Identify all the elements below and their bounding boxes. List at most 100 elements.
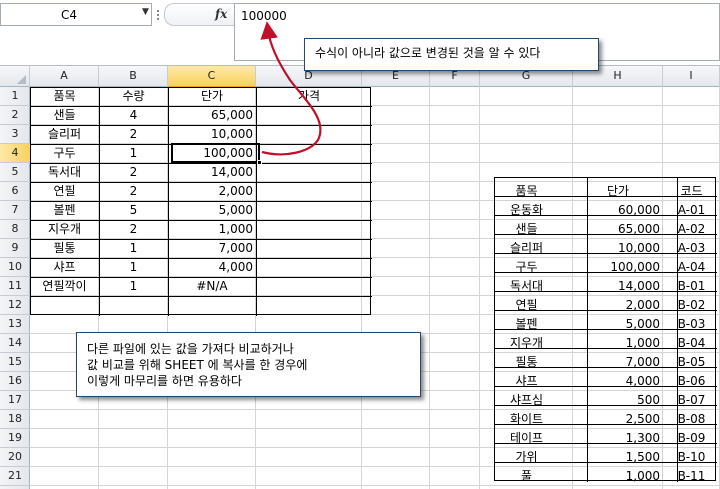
selected-cell-c4[interactable] — [171, 143, 260, 163]
left-table-cell[interactable]: 2 — [99, 182, 168, 201]
row-header-12[interactable]: 12 — [0, 296, 30, 315]
right-table-cell[interactable]: B-04 — [663, 334, 720, 353]
right-table-cell[interactable]: A-01 — [663, 201, 720, 220]
row-header-19[interactable]: 19 — [0, 429, 30, 448]
right-table-header-1[interactable]: 품목 — [480, 182, 573, 201]
left-table-cell[interactable] — [256, 296, 362, 315]
right-table-cell[interactable]: 연필 — [480, 296, 573, 315]
left-table-cell[interactable]: 7,000 — [168, 239, 256, 258]
right-table-cell[interactable]: B-09 — [663, 429, 720, 448]
left-table-cell[interactable]: 슬리퍼 — [30, 125, 99, 144]
right-table-cell[interactable]: 1,000 — [573, 467, 663, 486]
right-table-cell[interactable]: B-03 — [663, 315, 720, 334]
resize-grip-icon[interactable] — [154, 3, 164, 26]
select-all-corner[interactable] — [0, 66, 30, 87]
row-header-8[interactable]: 8 — [0, 220, 30, 239]
right-table-header-3[interactable]: 코드 — [663, 182, 720, 201]
left-table-cell[interactable]: 5 — [99, 201, 168, 220]
row-header-6[interactable]: 6 — [0, 182, 30, 201]
left-table-cell[interactable]: 2 — [99, 220, 168, 239]
right-table-cell[interactable]: 운동화 — [480, 201, 573, 220]
left-table-cell[interactable]: 1 — [99, 277, 168, 296]
right-table-header-2[interactable]: 단가 — [573, 182, 663, 201]
left-table-cell[interactable]: 샤프 — [30, 258, 99, 277]
row-header-18[interactable]: 18 — [0, 410, 30, 429]
left-table-cell[interactable]: 필통 — [30, 239, 99, 258]
left-table-cell[interactable]: 샌들 — [30, 106, 99, 125]
right-table-cell[interactable]: B-10 — [663, 448, 720, 467]
right-table-cell[interactable]: 500 — [573, 391, 663, 410]
left-table-cell[interactable] — [30, 296, 99, 315]
right-table-cell[interactable]: 가위 — [480, 448, 573, 467]
row-header-15[interactable]: 15 — [0, 353, 30, 372]
right-table-cell[interactable]: 1,000 — [573, 334, 663, 353]
row-header-17[interactable]: 17 — [0, 391, 30, 410]
right-table-cell[interactable]: B-07 — [663, 391, 720, 410]
name-box[interactable]: C4 ▼ — [0, 3, 152, 26]
left-table-cell[interactable]: #N/A — [168, 277, 256, 296]
row-header-21[interactable]: 21 — [0, 467, 30, 486]
left-table-cell[interactable] — [256, 163, 362, 182]
left-table-cell[interactable] — [256, 125, 362, 144]
left-table-cell[interactable] — [256, 277, 362, 296]
left-table-cell[interactable]: 지우개 — [30, 220, 99, 239]
left-table-cell[interactable]: 구두 — [30, 144, 99, 163]
left-table-cell[interactable] — [256, 201, 362, 220]
row-header-11[interactable]: 11 — [0, 277, 30, 296]
right-table-cell[interactable]: B-05 — [663, 353, 720, 372]
left-table-cell[interactable] — [99, 296, 168, 315]
column-header-b[interactable]: B — [99, 66, 168, 87]
left-table-cell[interactable]: 1 — [99, 144, 168, 163]
right-table-cell[interactable]: 슬리퍼 — [480, 239, 573, 258]
insert-function-icon[interactable]: fx — [215, 7, 227, 21]
right-table-cell[interactable]: 65,000 — [573, 220, 663, 239]
left-table-cell[interactable]: 연필깍이 — [30, 277, 99, 296]
right-table-cell[interactable]: 샤프 — [480, 372, 573, 391]
left-table-cell[interactable]: 연필 — [30, 182, 99, 201]
right-table-cell[interactable]: 테이프 — [480, 429, 573, 448]
left-table-cell[interactable]: 65,000 — [168, 106, 256, 125]
left-table-cell[interactable]: 14,000 — [168, 163, 256, 182]
left-table-cell[interactable]: 2 — [99, 125, 168, 144]
row-header-4[interactable]: 4 — [0, 144, 30, 163]
right-table-cell[interactable]: 구두 — [480, 258, 573, 277]
left-table-cell[interactable] — [256, 182, 362, 201]
right-table-cell[interactable]: 1,300 — [573, 429, 663, 448]
left-table-cell[interactable]: 독서대 — [30, 163, 99, 182]
right-table-cell[interactable]: 60,000 — [573, 201, 663, 220]
right-table-cell[interactable]: 4,000 — [573, 372, 663, 391]
right-table-cell[interactable]: 독서대 — [480, 277, 573, 296]
left-table-cell[interactable] — [256, 220, 362, 239]
left-table-cell[interactable]: 4 — [99, 106, 168, 125]
left-table-cell[interactable] — [168, 296, 256, 315]
right-table-cell[interactable]: 1,500 — [573, 448, 663, 467]
right-table-cell[interactable]: 7,000 — [573, 353, 663, 372]
right-table-cell[interactable]: 5,000 — [573, 315, 663, 334]
left-table-cell[interactable]: 4,000 — [168, 258, 256, 277]
left-table-cell[interactable]: 2,000 — [168, 182, 256, 201]
left-table-cell[interactable] — [256, 239, 362, 258]
row-header-9[interactable]: 9 — [0, 239, 30, 258]
right-table-cell[interactable]: 2,500 — [573, 410, 663, 429]
left-table-cell[interactable]: 1 — [99, 239, 168, 258]
left-table-cell[interactable]: 2 — [99, 163, 168, 182]
row-header-2[interactable]: 2 — [0, 106, 30, 125]
left-table-cell[interactable]: 1 — [99, 258, 168, 277]
row-header-5[interactable]: 5 — [0, 163, 30, 182]
column-header-a[interactable]: A — [30, 66, 99, 87]
right-table-cell[interactable]: A-04 — [663, 258, 720, 277]
left-table-cell[interactable]: 5,000 — [168, 201, 256, 220]
right-table-cell[interactable]: 화이트 — [480, 410, 573, 429]
right-table-cell[interactable]: 14,000 — [573, 277, 663, 296]
right-table-cell[interactable]: 필통 — [480, 353, 573, 372]
row-header-20[interactable]: 20 — [0, 448, 30, 467]
right-table-cell[interactable]: 풀 — [480, 467, 573, 486]
column-header-i[interactable]: I — [663, 66, 720, 87]
right-table-cell[interactable]: A-02 — [663, 220, 720, 239]
left-table-cell[interactable] — [256, 144, 362, 163]
left-table-header-2[interactable]: 수량 — [99, 87, 168, 106]
left-table-cell[interactable]: 볼펜 — [30, 201, 99, 220]
left-table-cell[interactable] — [256, 258, 362, 277]
right-table-cell[interactable]: B-06 — [663, 372, 720, 391]
row-header-3[interactable]: 3 — [0, 125, 30, 144]
